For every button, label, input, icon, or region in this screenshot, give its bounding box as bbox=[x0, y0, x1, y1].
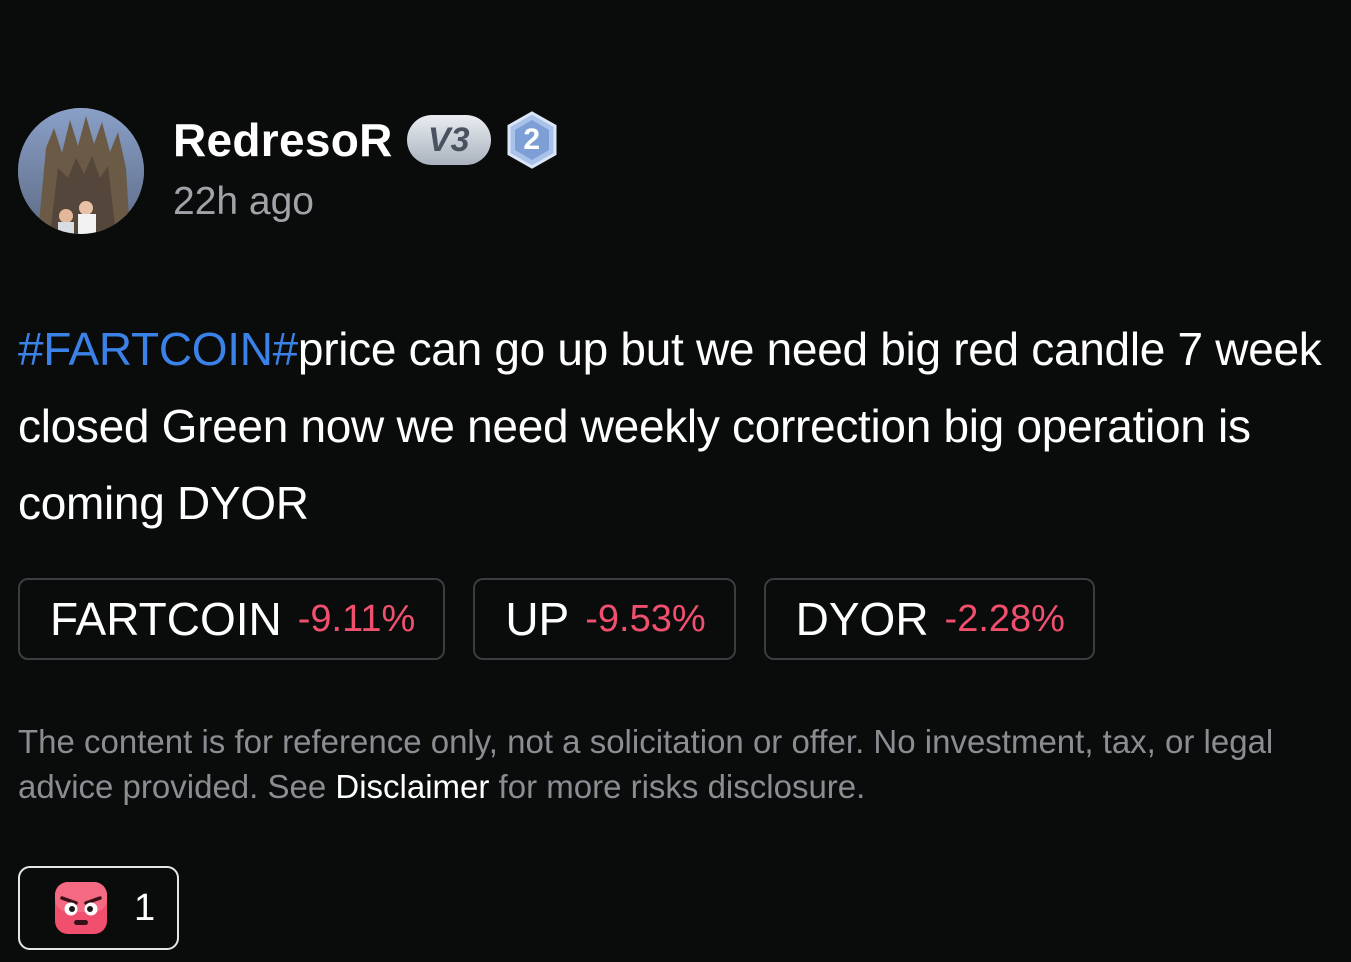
name-row: RedresoR V3 2 bbox=[173, 111, 558, 169]
ticker-chip[interactable]: FARTCOIN -9.11% bbox=[18, 578, 446, 660]
ticker-chip[interactable]: UP -9.53% bbox=[473, 578, 736, 660]
user-meta: RedresoR V3 2 22h ago bbox=[173, 111, 558, 224]
disclaimer-text: The content is for reference only, not a… bbox=[18, 719, 1343, 809]
level-badge-icon: 2 bbox=[506, 111, 558, 169]
username[interactable]: RedresoR bbox=[173, 113, 393, 167]
ticker-symbol: UP bbox=[505, 593, 570, 645]
ticker-list: FARTCOIN -9.11% UP -9.53% DYOR -2.28% bbox=[18, 578, 1123, 660]
ticker-change: -9.11% bbox=[297, 597, 416, 640]
ticker-change: -2.28% bbox=[944, 597, 1065, 640]
hashtag-link[interactable]: #FARTCOIN# bbox=[18, 323, 298, 375]
post-header: RedresoR V3 2 22h ago bbox=[18, 108, 558, 234]
reaction-count: 1 bbox=[134, 886, 156, 929]
ticker-symbol: DYOR bbox=[795, 593, 929, 645]
disclaimer-after: for more risks disclosure. bbox=[489, 768, 866, 805]
ticker-symbol: FARTCOIN bbox=[50, 593, 282, 645]
post-card: RedresoR V3 2 22h ago #FARTCOIN#price ca… bbox=[0, 0, 1351, 962]
disclaimer-link[interactable]: Disclaimer bbox=[335, 768, 489, 805]
post-text: #FARTCOIN#price can go up but we need bi… bbox=[18, 311, 1338, 542]
avatar[interactable] bbox=[18, 108, 144, 234]
angry-face-icon bbox=[55, 882, 107, 934]
vip-badge: V3 bbox=[406, 115, 491, 165]
reaction-button[interactable]: 1 bbox=[18, 866, 179, 950]
level-number: 2 bbox=[523, 123, 541, 156]
post-time: 22h ago bbox=[173, 180, 314, 223]
ticker-chip[interactable]: DYOR -2.28% bbox=[763, 578, 1095, 660]
ticker-change: -9.53% bbox=[585, 597, 706, 640]
